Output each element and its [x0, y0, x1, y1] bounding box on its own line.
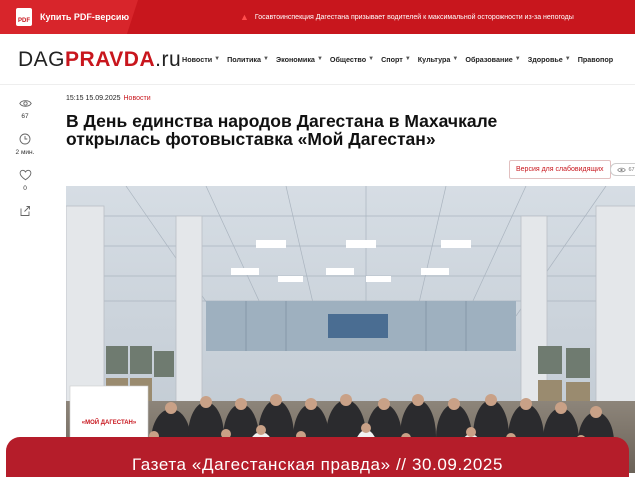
nav-label: Здоровье	[527, 54, 563, 64]
footer-text: Газета «Дагестанская правда» // 30.09.20…	[131, 455, 504, 474]
chevron-down-icon: ▼	[514, 56, 521, 62]
chevron-down-icon: ▼	[452, 56, 459, 62]
heart-icon	[18, 168, 32, 182]
newspaper-footer-banner: Газета «Дагестанская правда» // 30.09.20…	[6, 437, 629, 477]
site-header: DAGPRAVDA.ru Новости ▼ Политика ▼ Экономик…	[0, 34, 635, 85]
buy-pdf-button[interactable]: PDF Купить PDF-версию	[0, 0, 138, 34]
pdf-icon: PDF	[16, 8, 32, 26]
news-ticker[interactable]: ▲ Госавтоинспекция Дагестана призывает в…	[240, 0, 574, 34]
nav-label: Общество	[329, 54, 367, 64]
photo-banner-text: «МОЙ ДАГЕСТАН»	[82, 418, 137, 426]
nav-item-law[interactable]: Правопор	[578, 55, 613, 64]
nav-label: Спорт	[381, 54, 403, 64]
article-title: В День единства народов Дагестана в Маха…	[66, 111, 498, 149]
chevron-down-icon: ▼	[316, 56, 323, 62]
exhibition-photo: «МОЙ ДАГЕСТАН»	[66, 186, 635, 473]
share-button[interactable]	[0, 204, 50, 218]
chevron-down-icon: ▼	[214, 56, 221, 62]
logo-part-ru: .ru	[155, 48, 182, 71]
chevron-down-icon: ▼	[263, 56, 269, 62]
megaphone-icon: ▲	[240, 12, 249, 22]
nav-item-economy[interactable]: Экономика ▼	[276, 55, 323, 64]
nav-label: Экономика	[275, 54, 315, 64]
eye-icon	[18, 96, 32, 110]
likes-count: 0	[23, 185, 27, 192]
article-meta: 15:15 15.09.2025 Новости	[66, 95, 151, 102]
read-time: 2 мин.	[0, 132, 50, 156]
top-bar: PDF Купить PDF-версию ▲ Госавтоинспекция…	[0, 0, 635, 34]
chevron-down-icon: ▼	[368, 56, 375, 62]
eye-count: 67	[628, 166, 635, 173]
visually-impaired-toggle[interactable]: 67	[610, 163, 635, 176]
buy-pdf-label: Купить PDF-версию	[40, 12, 130, 22]
clock-icon	[18, 132, 32, 146]
nav-label: Правопор	[577, 54, 614, 64]
nav-item-culture[interactable]: Культура ▼	[418, 55, 459, 64]
nav-item-health[interactable]: Здоровье ▼	[528, 55, 571, 64]
chevron-down-icon: ▼	[564, 56, 571, 62]
nav-label: Новости	[182, 54, 213, 64]
share-icon	[18, 204, 32, 218]
nav-label: Культура	[417, 54, 451, 64]
like-button[interactable]: 0	[0, 168, 50, 192]
nav-item-sport[interactable]: Спорт ▼	[381, 55, 411, 64]
views-count: 67	[21, 113, 29, 120]
article-photo: «МОЙ ДАГЕСТАН»	[66, 186, 635, 473]
nav-item-society[interactable]: Общество ▼	[330, 55, 374, 64]
logo-part-dag: DAG	[18, 48, 66, 71]
article-category-link[interactable]: Новости	[124, 95, 151, 102]
chevron-down-icon: ▼	[404, 56, 411, 62]
main-nav: Новости ▼ Политика ▼ Экономика ▼ Общество ▼ …	[182, 34, 613, 84]
article-datetime: 15:15 15.09.2025	[66, 95, 121, 102]
nav-item-news[interactable]: Новости ▼	[182, 55, 220, 64]
nav-item-politics[interactable]: Политика ▼	[227, 55, 269, 64]
nav-item-education[interactable]: Образование ▼	[465, 55, 520, 64]
ticker-text: Госавтоинспекция Дагестана призывает вод…	[254, 13, 574, 21]
logo-part-pravda: PRAVDA	[65, 48, 156, 71]
article-meta-rail: 67 2 мин. 0	[0, 96, 50, 230]
nav-label: Образование	[465, 54, 513, 64]
read-time-value: 2 мин.	[15, 149, 35, 156]
accessibility-version-button[interactable]: Версия для слабовидящих	[509, 160, 611, 179]
views-counter: 67	[0, 96, 50, 120]
nav-label: Политика	[227, 54, 261, 64]
site-logo[interactable]: DAGPRAVDA.ru	[18, 48, 181, 72]
eye-icon	[617, 167, 627, 172]
